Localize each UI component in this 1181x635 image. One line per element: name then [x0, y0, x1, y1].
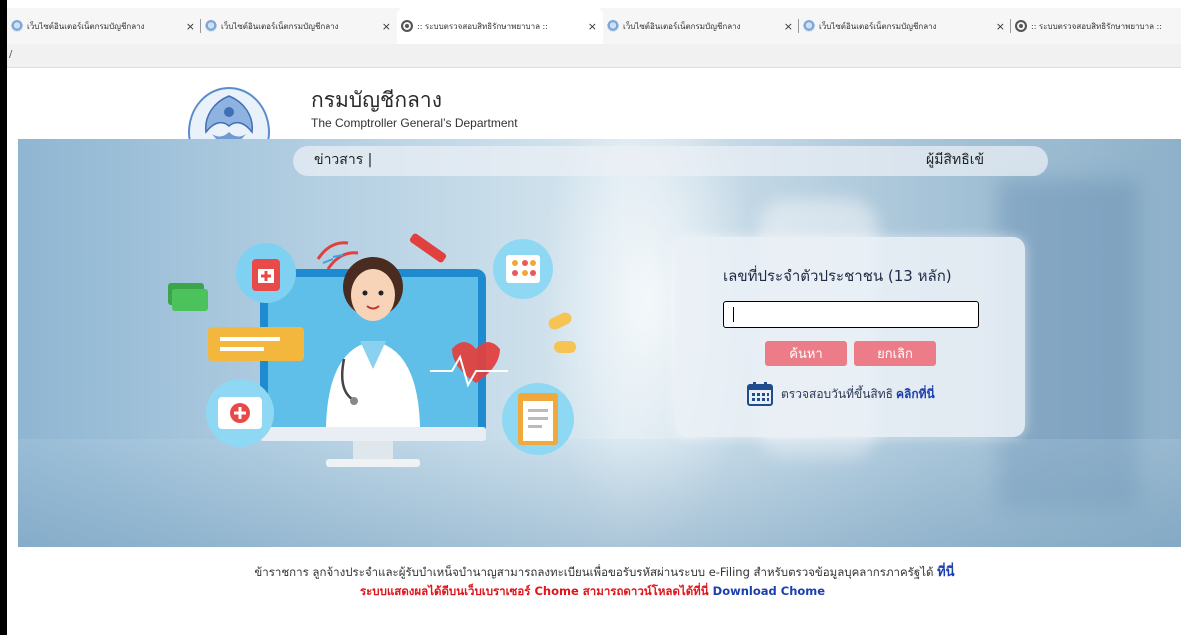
tab-title: เว็บไซต์อินเตอร์เน็ตกรมบัญชีกลาง	[819, 21, 937, 31]
search-button[interactable]: ค้นหา	[765, 341, 847, 366]
tab-title: เว็บไซต์อินเตอร์เน็ตกรมบัญชีกลาง	[27, 21, 145, 31]
address-bar[interactable]: /	[7, 44, 1181, 68]
browser-tab[interactable]: เว็บไซต์อินเตอร์เน็ตกรมบัญชีกลาง ×	[603, 8, 799, 44]
emblem-icon	[803, 20, 815, 32]
citizen-id-label: เลขที่ประจำตัวประชาชน (13 หลัก)	[723, 267, 952, 285]
cancel-button[interactable]: ยกเลิก	[854, 341, 936, 366]
login-card: เลขที่ประจำตัวประชาชน (13 หลัก) ค้นหา ยก…	[675, 237, 1025, 437]
browser-tab-active[interactable]: :: ระบบตรวจสอบสิทธิรักษาพยาบาล :: ×	[397, 8, 603, 44]
org-name-english: The Comptroller General’s Department	[311, 116, 518, 130]
nav-news-link[interactable]: ข่าวสาร |	[314, 149, 372, 171]
browser-tab[interactable]: เว็บไซต์อินเตอร์เน็ตกรมบัญชีกลาง ×	[799, 8, 1011, 44]
close-icon[interactable]: ×	[186, 20, 195, 33]
tab-title: เว็บไซต์อินเตอร์เน็ตกรมบัญชีกลาง	[221, 21, 339, 31]
check-eligibility-row: ตรวจสอบวันที่ขึ้นสิทธิ คลิกที่นี่	[747, 382, 935, 406]
org-name-thai: กรมบัญชีกลาง	[311, 88, 442, 112]
emblem-icon	[607, 20, 619, 32]
calendar-icon	[747, 382, 773, 406]
browser-notice-text: ระบบแสดงผลได้ดีบนเว็บเบราเซอร์ Chome สาม…	[359, 584, 709, 598]
check-eligibility-link[interactable]: คลิกที่นี่	[896, 385, 935, 404]
tab-title: :: ระบบตรวจสอบสิทธิรักษาพยาบาล ::	[1031, 21, 1162, 31]
tab-title: เว็บไซต์อินเตอร์เน็ตกรมบัญชีกลาง	[623, 21, 741, 31]
emblem-icon	[205, 20, 217, 32]
emblem-icon	[11, 20, 23, 32]
browser-notice: ระบบแสดงผลได้ดีบนเว็บเบราเซอร์ Chome สาม…	[0, 583, 1181, 601]
hero-banner: ข่าวสาร | ผู้มีสิทธิเข้ เลขที่ประจำตัวปร…	[18, 139, 1181, 547]
browser-tab[interactable]: :: ระบบตรวจสอบสิทธิรักษาพยาบาล ::	[1011, 8, 1181, 44]
efiling-notice-text: ข้าราชการ ลูกจ้างประจำและผู้รับบำเหน็จบำ…	[254, 565, 934, 579]
window-edge	[0, 0, 7, 635]
telemedicine-illustration	[168, 233, 576, 467]
screen: { "browser": { "tabs": [ {"title": "เว็บ…	[0, 0, 1181, 635]
browser-tab[interactable]: เว็บไซต์อินเตอร์เน็ตกรมบัญชีกลาง ×	[201, 8, 397, 44]
nav-authorized-user-link[interactable]: ผู้มีสิทธิเข้	[926, 149, 984, 171]
check-eligibility-text: ตรวจสอบวันที่ขึ้นสิทธิ	[781, 386, 893, 401]
efiling-notice: ข้าราชการ ลูกจ้างประจำและผู้รับบำเหน็จบำ…	[0, 561, 1181, 582]
globe-icon	[401, 20, 413, 32]
browser-tab[interactable]: เว็บไซต์อินเตอร์เน็ตกรมบัญชีกลาง ×	[7, 8, 201, 44]
close-icon[interactable]: ×	[588, 20, 597, 33]
close-icon[interactable]: ×	[996, 20, 1005, 33]
browser-tab-strip: เว็บไซต์อินเตอร์เน็ตกรมบัญชีกลาง × เว็บไ…	[7, 8, 1181, 44]
text-caret	[733, 307, 734, 322]
globe-icon	[1015, 20, 1027, 32]
tab-title: :: ระบบตรวจสอบสิทธิรักษาพยาบาล ::	[417, 21, 548, 31]
efiling-register-link[interactable]: ที่นี่	[937, 565, 954, 580]
download-chrome-link[interactable]: Download Chome	[713, 584, 825, 598]
close-icon[interactable]: ×	[784, 20, 793, 33]
citizen-id-input[interactable]	[723, 301, 979, 328]
close-icon[interactable]: ×	[382, 20, 391, 33]
